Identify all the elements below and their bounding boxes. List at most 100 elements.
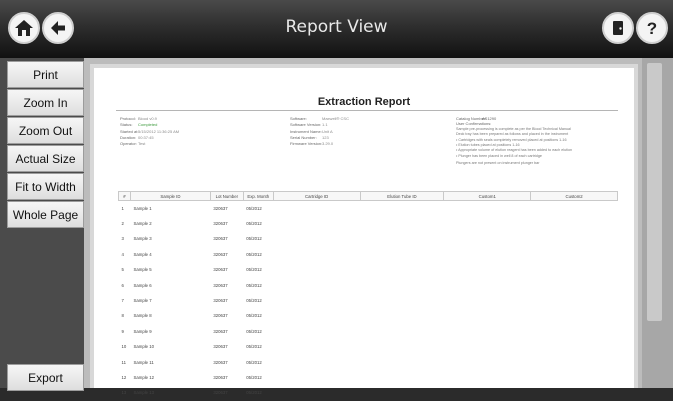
table-row: 7 Sample 7 320637 05/2012	[119, 293, 618, 308]
table-cell: 320637	[213, 267, 228, 273]
column-header: Custom2	[530, 191, 618, 201]
protocol-value: Blood v0.9	[138, 116, 157, 121]
table-cell	[360, 354, 444, 369]
table-cell	[531, 247, 618, 262]
report-viewer: Extraction Report Protocol: Blood v0.9 St…	[84, 58, 673, 395]
table-cell: 320637	[213, 251, 228, 257]
table-cell	[273, 354, 360, 369]
table-cell: 320637	[213, 282, 228, 288]
report-title: Extraction Report	[317, 96, 411, 108]
table-cell	[273, 216, 360, 231]
instrument-info: Software: Maxwell® CSC Software Version:1…	[290, 116, 349, 147]
table-cell: 05/2012	[246, 251, 262, 257]
print-button[interactable]: Print	[7, 61, 84, 88]
table-cell: 05/2012	[246, 344, 262, 350]
table-cell: 4	[121, 251, 124, 257]
table-cell: 05/2012	[246, 236, 262, 242]
table-cell	[273, 201, 360, 216]
whole-page-button[interactable]: Whole Page	[7, 201, 84, 228]
actual-size-button[interactable]: Actual Size	[7, 145, 84, 172]
table-cell: 10	[121, 344, 127, 350]
table-cell	[360, 339, 444, 354]
column-header: Elution Tube ID	[359, 191, 445, 201]
export-button[interactable]: Export	[7, 364, 84, 391]
duration-value: 00:37:45	[138, 134, 154, 140]
svg-text:?: ?	[647, 19, 657, 38]
zoom-out-button[interactable]: Zoom Out	[7, 117, 84, 144]
scrollbar-thumb[interactable]	[647, 63, 662, 321]
table-cell: 320637	[213, 298, 228, 304]
table-cell	[360, 247, 444, 262]
table-row: 6 Sample 6 320637 05/2012	[119, 277, 618, 292]
table-cell	[360, 216, 444, 231]
table-cell	[360, 308, 444, 323]
table-cell: 05/2012	[246, 313, 262, 319]
catalog-number-value: AS1290	[482, 116, 497, 121]
table-cell	[444, 262, 531, 277]
run-info: Protocol: Blood v0.9 Status: Completed Sta…	[120, 116, 179, 147]
table-row: 10 Sample 10 320637 05/2012	[119, 339, 618, 354]
status-value: Completed	[138, 122, 158, 128]
table-cell: 12	[121, 374, 127, 380]
table-cell	[444, 324, 531, 339]
table-cell	[444, 277, 531, 292]
table-row: 4 Sample 4 320637 05/2012	[119, 247, 618, 262]
vertical-scrollbar[interactable]	[642, 58, 673, 388]
table-cell	[360, 293, 444, 308]
table-cell	[360, 262, 444, 277]
table-cell: 320637	[213, 344, 228, 350]
table-cell: 320637	[213, 313, 228, 319]
title-divider	[116, 110, 618, 111]
table-body: 1 Sample 1 320637 05/2012 2 Sample 2 320637 05/…	[119, 201, 618, 401]
table-cell	[273, 247, 360, 262]
table-cell	[444, 216, 531, 231]
table-cell: 05/2012	[246, 205, 262, 211]
table-cell	[531, 308, 618, 323]
table-cell	[360, 277, 444, 292]
table-cell: Sample 9	[133, 328, 152, 334]
table-cell: 13	[121, 390, 127, 396]
table-cell	[273, 370, 360, 385]
serial-number-value: 123	[322, 134, 329, 140]
zoom-in-button[interactable]: Zoom In	[7, 89, 84, 116]
report-page: Extraction Report Protocol: Blood v0.9 St…	[94, 68, 634, 395]
table-cell	[531, 370, 618, 385]
table-cell: 05/2012	[246, 328, 262, 334]
started-value: 5/15/2012 11:36:25 AM	[138, 128, 180, 134]
table-cell: 320637	[213, 221, 228, 227]
table-cell: 05/2012	[246, 359, 262, 365]
table-cell	[531, 216, 618, 231]
table-cell	[273, 385, 360, 400]
confirmation-line: Plungers are not present on instrument p…	[456, 161, 540, 166]
table-cell	[531, 262, 618, 277]
samples-table: # Sample ID Lot Number Exp. Month Cartri…	[118, 191, 618, 401]
table-cell	[360, 370, 444, 385]
table-cell: 2	[121, 221, 124, 227]
table-cell: 6	[121, 282, 124, 288]
fit-to-width-button[interactable]: Fit to Width	[7, 173, 84, 200]
help-button[interactable]: ?	[636, 12, 668, 44]
table-cell	[273, 308, 360, 323]
table-row: 3 Sample 3 320637 05/2012	[119, 231, 618, 246]
door-exit-icon	[613, 21, 623, 35]
table-cell	[531, 201, 618, 216]
table-cell	[360, 324, 444, 339]
table-row: 13 Sample 13 320637 05/2012	[119, 385, 618, 400]
table-row: 9 Sample 9 320637 05/2012	[119, 324, 618, 339]
column-header: #	[118, 191, 131, 201]
table-cell	[531, 385, 618, 400]
table-cell	[531, 324, 618, 339]
table-cell: Sample 10	[133, 344, 155, 350]
table-header-row: # Sample ID Lot Number Exp. Month Cartri…	[118, 191, 618, 201]
table-cell	[444, 308, 531, 323]
table-cell	[444, 339, 531, 354]
table-cell: 05/2012	[246, 221, 262, 227]
table-cell: Sample 13	[133, 390, 155, 396]
page-title: Report View	[285, 17, 388, 37]
column-header: Exp. Month	[242, 191, 274, 201]
table-cell	[360, 201, 444, 216]
exit-button[interactable]	[602, 12, 634, 44]
table-cell: 320637	[213, 390, 228, 396]
table-row: 8 Sample 8 320637 05/2012	[119, 308, 618, 323]
table-cell: Sample 1	[133, 205, 152, 211]
